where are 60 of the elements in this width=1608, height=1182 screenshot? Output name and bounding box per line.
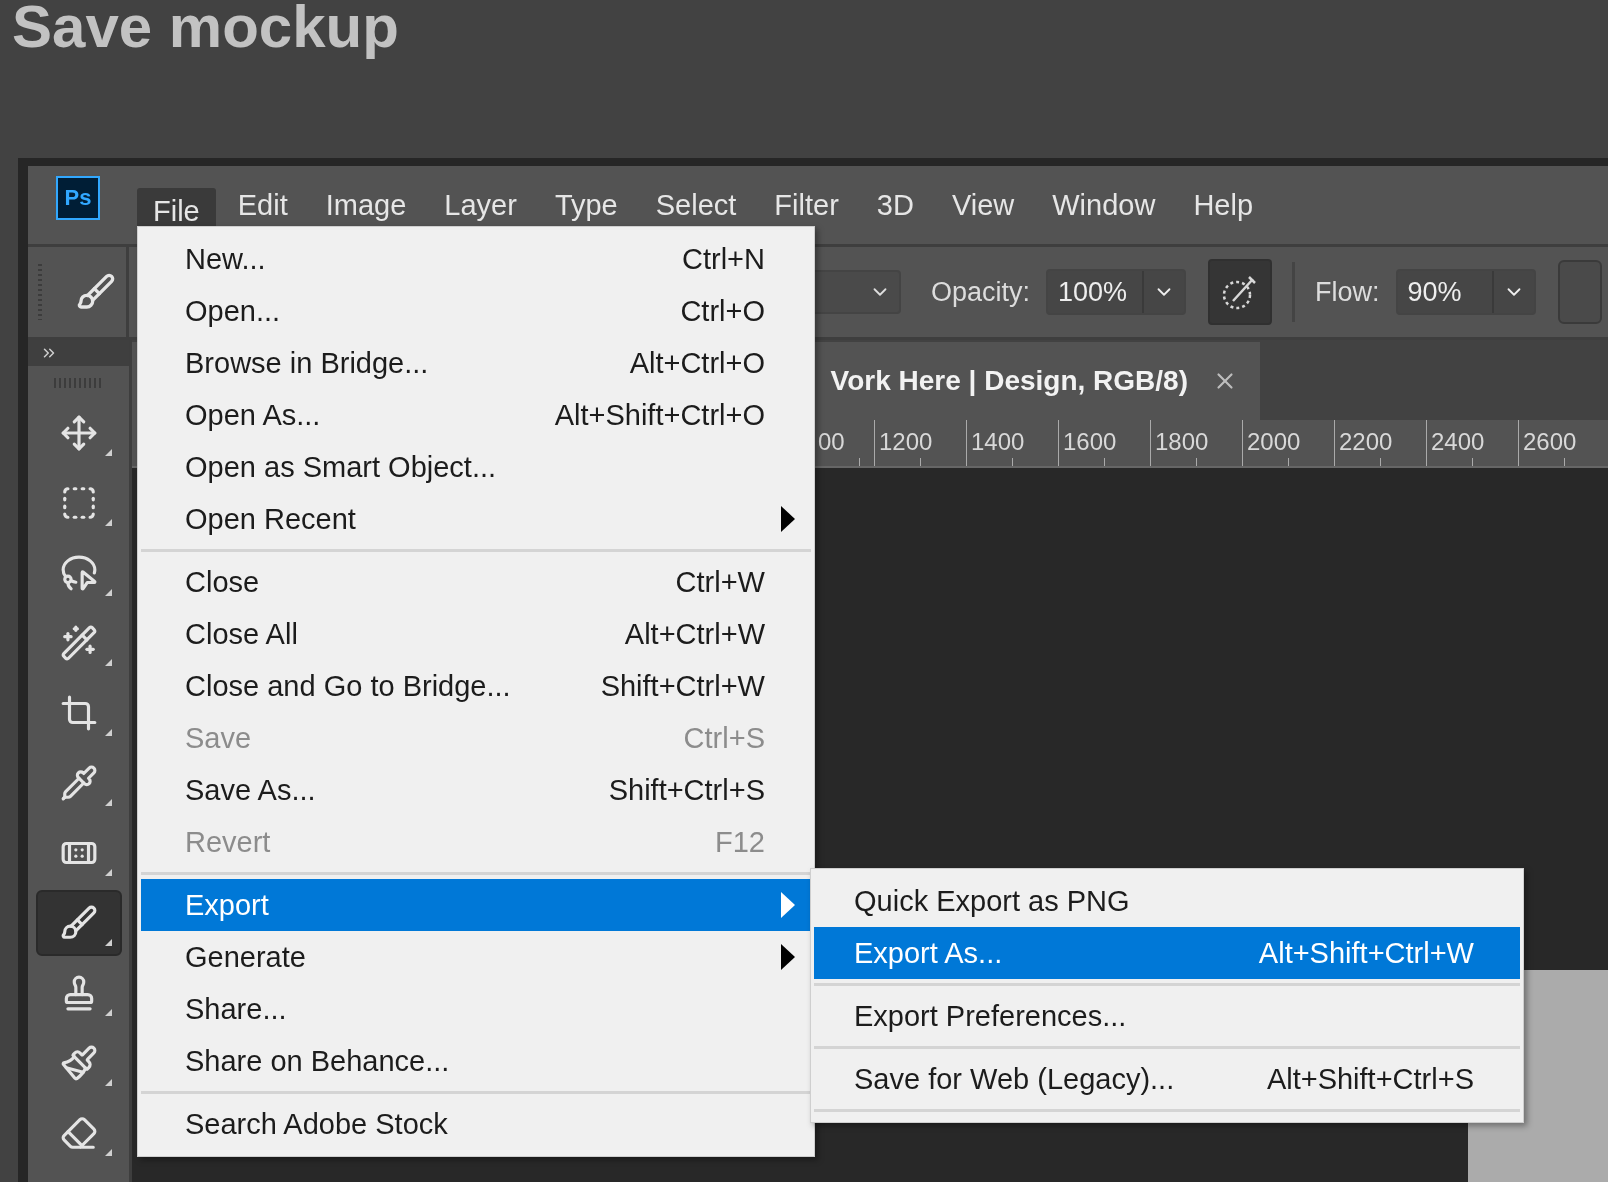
menu-item[interactable]: Export Preferences... <box>814 990 1520 1042</box>
corner-triangle-icon <box>104 1149 112 1156</box>
corner-triangle-icon <box>104 869 112 876</box>
corner-triangle-icon <box>104 1009 112 1016</box>
menu-title[interactable]: Window <box>1036 182 1172 228</box>
menu-item[interactable]: Open as Smart Object... <box>141 441 811 493</box>
corner-triangle-icon <box>104 449 112 456</box>
menu-title[interactable]: Type <box>538 182 634 228</box>
brush-icon[interactable] <box>76 272 116 312</box>
menu-item[interactable]: Share... <box>141 983 811 1035</box>
app-logo: Ps <box>56 176 100 220</box>
page-title: Save mockup <box>12 0 399 62</box>
corner-triangle-icon <box>104 1079 112 1086</box>
menu-item[interactable]: Save As... Shift+Ctrl+S <box>141 764 811 816</box>
move-icon <box>59 414 98 452</box>
menu-item[interactable]: Close All Alt+Ctrl+W <box>141 608 811 660</box>
menu-item[interactable]: Export As... Alt+Shift+Ctrl+W <box>814 927 1520 979</box>
eyedropper-icon <box>59 764 98 802</box>
lasso-icon <box>59 554 98 592</box>
menu-item[interactable]: Open Recent <box>141 493 811 545</box>
corner-triangle-icon <box>104 589 112 596</box>
menu-title[interactable]: Layer <box>428 182 533 228</box>
menu-item[interactable]: Generate <box>141 931 811 983</box>
menu-title[interactable]: 3D <box>860 182 930 228</box>
corner-triangle-icon <box>104 799 112 806</box>
corner-triangle-icon <box>104 659 112 666</box>
tool-button[interactable] <box>35 890 122 956</box>
menu-title[interactable]: Edit <box>221 182 304 228</box>
menu-title[interactable]: Filter <box>758 182 855 228</box>
eraser-icon <box>59 1114 98 1152</box>
menu-title[interactable]: Image <box>309 182 423 228</box>
opacity-field[interactable]: 100% <box>1046 269 1187 315</box>
menu-item[interactable]: Open... Ctrl+O <box>141 285 811 337</box>
menu-item[interactable]: Quick Export as PNG <box>814 875 1520 927</box>
menu-item[interactable]: Share on Behance... <box>141 1035 811 1087</box>
history-brush-icon <box>59 1044 98 1082</box>
menu-item[interactable]: Open As... Alt+Shift+Ctrl+O <box>141 389 811 441</box>
menu-item[interactable]: Search Adobe Stock <box>141 1098 811 1150</box>
menu-title[interactable]: Help <box>1177 182 1270 228</box>
crop-icon <box>59 694 98 732</box>
flow-label: Flow: <box>1315 276 1380 308</box>
menu-item[interactable]: Close and Go to Bridge... Shift+Ctrl+W <box>141 660 811 712</box>
corner-triangle-icon <box>104 939 112 946</box>
menu-item[interactable]: Close Ctrl+W <box>141 556 811 608</box>
menu-item[interactable]: Browse in Bridge... Alt+Ctrl+O <box>141 337 811 389</box>
submenu-arrow-icon <box>781 944 795 970</box>
magic-wand-icon <box>59 624 98 662</box>
submenu-arrow-icon <box>781 506 795 532</box>
menu-item[interactable]: New... Ctrl+N <box>141 233 811 285</box>
corner-triangle-icon <box>104 519 112 526</box>
airbrush-button[interactable] <box>1208 259 1273 325</box>
menu-item[interactable]: Save for Web (Legacy)... Alt+Shift+Ctrl+S <box>814 1053 1520 1105</box>
brush-icon <box>59 904 98 942</box>
menu-title[interactable]: Select <box>639 182 753 228</box>
flow-field[interactable]: 90% <box>1395 269 1536 315</box>
corner-triangle-icon <box>104 729 112 736</box>
submenu-arrow-icon <box>781 892 795 918</box>
opacity-label: Opacity: <box>931 276 1031 308</box>
menu-item[interactable]: Export <box>141 879 811 931</box>
menu-title[interactable]: View <box>935 182 1031 228</box>
